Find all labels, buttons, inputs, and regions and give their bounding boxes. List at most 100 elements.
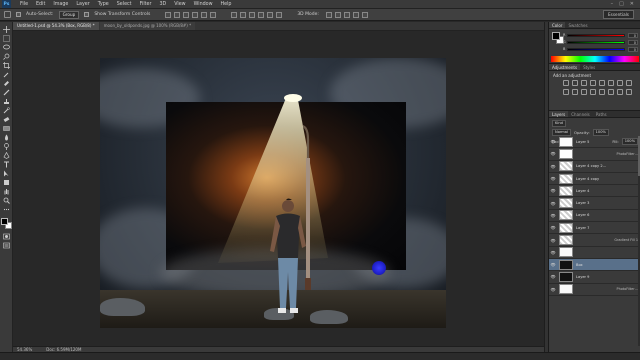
clone-stamp-tool-icon[interactable] [2,97,11,106]
menu-item[interactable]: Select [113,0,136,9]
move-tool-icon[interactable] [2,25,11,34]
layer-row[interactable]: 👁 PhotoFilter… [549,148,640,161]
screen-mode-icon[interactable] [2,241,11,250]
distribute-left-button[interactable] [258,11,265,18]
align-middle-button[interactable] [174,11,181,18]
invert-icon[interactable] [590,89,596,95]
posterize-icon[interactable] [599,89,605,95]
quick-select-tool-icon[interactable] [2,52,11,61]
type-tool-icon[interactable] [2,160,11,169]
channel-mixer-icon[interactable] [572,89,578,95]
blur-tool-icon[interactable] [2,133,11,142]
foreground-color-swatch[interactable] [552,32,560,40]
brush-tool-icon[interactable] [2,88,11,97]
path-selection-tool-icon[interactable] [2,169,11,178]
lasso-tool-icon[interactable] [2,43,11,52]
eyedropper-tool-icon[interactable] [2,70,11,79]
menu-item[interactable]: Image [49,0,72,9]
tab-paths[interactable]: Paths [593,111,610,117]
distribute-top-button[interactable] [231,11,238,18]
layer-row[interactable]: 👁 Layer 6 [549,210,640,223]
tab-channels[interactable]: Channels [568,111,593,117]
align-left-button[interactable] [192,11,199,18]
color-swatches[interactable] [0,218,12,229]
black-white-icon[interactable] [626,80,632,86]
menu-item[interactable]: 3D [155,0,170,9]
visibility-eye-icon[interactable]: 👁 [549,201,557,206]
3d-roll-button[interactable] [334,11,341,18]
menu-item[interactable]: View [170,0,189,9]
visibility-eye-icon[interactable]: 👁 [549,188,557,193]
tab-adjustments[interactable]: Adjustments [549,64,581,70]
canvas-area[interactable] [13,32,544,346]
brightness-contrast-icon[interactable] [563,80,569,86]
photo-filter-icon[interactable] [563,89,569,95]
visibility-eye-icon[interactable]: 👁 [549,139,557,144]
document-tab[interactable]: moon_by_oldponds.jpg @ 100% (RGB/8#) * [99,22,196,30]
opacity-field[interactable]: 100% [592,129,609,136]
layer-row[interactable]: 👁 [549,247,640,259]
eraser-tool-icon[interactable] [2,115,11,124]
visibility-eye-icon[interactable]: 👁 [549,274,557,279]
3d-scale-button[interactable] [361,11,368,18]
close-button[interactable]: ✕ [630,1,634,7]
layer-row[interactable]: 👁 Layer 7 [549,222,640,235]
layer-row[interactable]: 👁 Layer 4 copy 2… [549,161,640,173]
hue-saturation-icon[interactable] [608,80,614,86]
healing-brush-tool-icon[interactable] [2,79,11,88]
color-slider[interactable] [567,34,625,37]
layer-row[interactable]: 👁 PhotoFilter… [549,284,640,296]
color-slider[interactable] [567,48,625,51]
auto-select-checkbox[interactable] [16,12,21,17]
blend-mode-dropdown[interactable]: Normal [552,129,572,136]
color-value-field[interactable]: 0 [628,47,638,52]
vibrance-icon[interactable] [599,80,605,86]
color-balance-icon[interactable] [617,80,623,86]
quick-mask-icon[interactable] [2,232,11,241]
tab-swatches[interactable]: Swatches [565,22,590,28]
visibility-eye-icon[interactable]: 👁 [549,164,557,169]
visibility-eye-icon[interactable]: 👁 [549,225,557,230]
foreground-color-swatch[interactable] [0,218,8,225]
layer-filter-dropdown[interactable]: Kind [552,120,566,127]
gradient-map-icon[interactable] [617,89,623,95]
more-tools-icon[interactable] [2,205,11,214]
move-tool-icon[interactable] [4,11,11,18]
tab-color[interactable]: Color [549,22,566,28]
auto-select-dropdown[interactable]: Group [58,10,80,19]
color-lookup-icon[interactable] [581,89,587,95]
visibility-eye-icon[interactable]: 👁 [549,287,557,292]
menu-item[interactable]: Edit [32,0,49,9]
color-value-field[interactable]: 0 [628,40,638,45]
color-slider[interactable] [567,41,625,44]
minimize-button[interactable]: – [611,1,614,7]
menu-item[interactable]: Type [94,0,113,9]
layer-row[interactable]: 👁 Box [549,258,640,272]
visibility-eye-icon[interactable]: 👁 [549,262,557,267]
layer-row[interactable]: 👁 Layer 4 copy [549,173,640,186]
visibility-eye-icon[interactable]: 👁 [549,151,557,156]
gradient-tool-icon[interactable] [2,124,11,133]
menu-item[interactable]: Help [217,0,236,9]
tab-layers[interactable]: Layers [549,111,569,117]
layer-row[interactable]: 👁 Gradient Fill 1 [549,234,640,247]
crop-tool-icon[interactable] [2,61,11,70]
distribute-center-button[interactable] [267,11,274,18]
workspace-dropdown[interactable]: Essentials [603,10,634,19]
selective-color-icon[interactable] [626,89,632,95]
hand-tool-icon[interactable] [2,187,11,196]
distribute-bottom-button[interactable] [249,11,256,18]
visibility-eye-icon[interactable]: 👁 [549,176,557,181]
align-bottom-button[interactable] [183,11,190,18]
visibility-eye-icon[interactable]: 👁 [549,250,557,255]
align-top-button[interactable] [165,11,172,18]
document-canvas[interactable] [100,58,446,328]
distribute-middle-button[interactable] [240,11,247,18]
threshold-icon[interactable] [608,89,614,95]
curves-icon[interactable] [581,80,587,86]
shape-tool-icon[interactable] [2,178,11,187]
zoom-tool-icon[interactable] [2,196,11,205]
exposure-icon[interactable] [590,80,596,86]
tab-styles[interactable]: Styles [580,64,598,70]
show-transform-checkbox[interactable] [84,12,90,17]
